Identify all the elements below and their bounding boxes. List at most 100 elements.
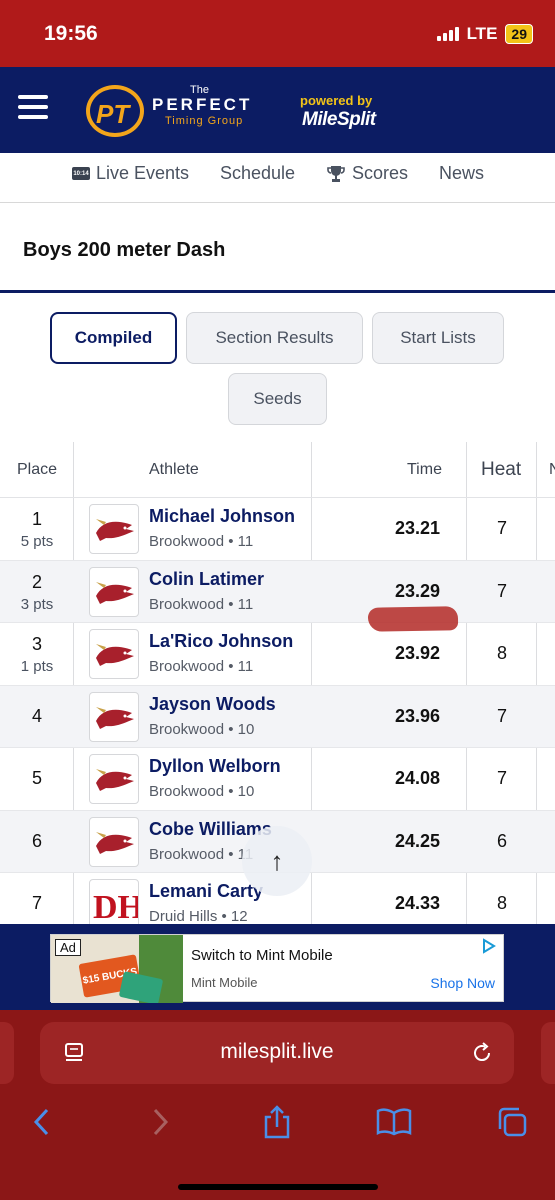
pt-logo-icon: PT	[86, 85, 144, 137]
row-points: 3 pts	[20, 595, 54, 613]
live-clock-icon: 10:14	[72, 167, 90, 180]
row-time: 24.33	[394, 893, 441, 913]
row-time: 23.92	[394, 643, 441, 663]
ad-badge: Ad	[55, 939, 81, 956]
header-next[interactable]: N	[549, 461, 555, 479]
powered-by-label: powered by	[300, 93, 373, 108]
tab-section-results[interactable]: Section Results	[186, 312, 363, 364]
next-tab-peek[interactable]	[541, 1022, 555, 1084]
back-button[interactable]	[22, 1102, 62, 1142]
tabs-icon	[498, 1107, 527, 1137]
ad-image: $15 BUCKS Ad	[51, 935, 183, 1003]
chevron-left-icon	[33, 1108, 49, 1136]
athlete-school: Brookwood • 11	[149, 845, 254, 863]
athlete-name-link[interactable]: Michael Johnson	[149, 506, 295, 527]
bookmarks-button[interactable]	[374, 1102, 414, 1142]
header-heat[interactable]: Heat	[481, 459, 521, 481]
athlete-school: Druid Hills • 12	[149, 908, 248, 924]
row-points: 1 pts	[20, 658, 54, 675]
browser-toolbar: milesplit.live	[0, 1010, 555, 1200]
row-heat: 8	[496, 893, 507, 913]
milesplit-logo[interactable]: MileSplit	[302, 109, 376, 131]
nav-label: Schedule	[220, 163, 296, 183]
row-heat: 7	[496, 580, 507, 601]
status-bar: 19:56 LTE 29	[0, 0, 555, 67]
tab-compiled[interactable]: Compiled	[50, 312, 177, 364]
table-row[interactable]: 2 3 pts Colin Latimer Brookwood • 11 23.…	[0, 560, 555, 623]
main-nav: 10:14 Live Events Schedule Scores News	[0, 153, 555, 203]
event-title: Boys 200 meter Dash	[23, 239, 226, 261]
table-row[interactable]: 3 1 pts La'Rico Johnson Brookwood • 11 2…	[0, 623, 555, 686]
row-place: 6	[31, 830, 42, 851]
brookwood-logo	[89, 754, 139, 804]
row-heat: 8	[496, 643, 507, 663]
row-place: 5	[31, 768, 42, 788]
table-row[interactable]: 4 Jayson Woods Brookwood • 10 23.96 7	[0, 685, 555, 748]
svg-text:PT: PT	[96, 99, 131, 129]
ad-advertiser: Mint Mobile	[191, 975, 258, 990]
ad-headline: Switch to Mint Mobile	[191, 947, 333, 964]
forward-button[interactable]	[140, 1102, 180, 1142]
url-text: milesplit.live	[220, 1040, 334, 1063]
row-time: 24.08	[394, 768, 441, 788]
row-time: 23.29	[394, 580, 441, 601]
nav-label: Live Events	[96, 163, 190, 183]
ad-shop-now-link[interactable]: Shop Now	[430, 975, 495, 991]
row-heat: 6	[496, 830, 507, 851]
nav-news[interactable]: News	[439, 163, 484, 184]
nav-live-events[interactable]: 10:14 Live Events	[72, 163, 189, 184]
arrow-up-icon: ↑	[270, 845, 284, 876]
row-place: 1	[31, 509, 42, 529]
svg-text:DH: DH	[93, 889, 139, 924]
row-points: 5 pts	[20, 533, 54, 550]
header-time[interactable]: Time	[407, 461, 442, 479]
brookwood-logo	[89, 566, 139, 617]
ad-choices-icon[interactable]	[481, 938, 497, 954]
row-heat: 7	[496, 518, 507, 538]
address-bar[interactable]: milesplit.live	[40, 1022, 514, 1084]
row-time: 23.21	[394, 518, 441, 538]
table-row[interactable]: 5 Dyllon Welborn Brookwood • 10 24.08 7	[0, 748, 555, 811]
row-place: 3	[31, 634, 42, 654]
table-row[interactable]: 1 5 pts Michael Johnson Brookwood • 11 2…	[0, 498, 555, 561]
battery-icon: 29	[505, 24, 533, 44]
nav-label: News	[439, 163, 485, 183]
row-time: 23.96	[394, 705, 441, 726]
logo-perfect: PERFECT	[152, 95, 253, 114]
tab-start-lists[interactable]: Start Lists	[372, 312, 504, 364]
athlete-school: Brookwood • 11	[149, 658, 254, 675]
menu-icon[interactable]	[18, 95, 48, 119]
row-place: 7	[31, 893, 42, 913]
share-icon	[264, 1105, 290, 1139]
athlete-name-link[interactable]: Colin Latimer	[149, 569, 264, 590]
status-time: 19:56	[44, 22, 98, 45]
header-athlete[interactable]: Athlete	[149, 461, 199, 479]
row-heat: 7	[496, 705, 507, 726]
scroll-to-top-button[interactable]: ↑	[242, 826, 312, 896]
ad-banner[interactable]: $15 BUCKS Ad Switch to Mint Mobile Mint …	[50, 934, 504, 1003]
header-place[interactable]: Place	[17, 461, 57, 479]
athlete-name-link[interactable]: Lemani Carty	[149, 881, 263, 902]
reload-icon[interactable]	[470, 1041, 494, 1065]
site-header: PT The PERFECT Timing Group powered by M…	[0, 67, 555, 153]
share-button[interactable]	[257, 1102, 297, 1142]
tab-seeds[interactable]: Seeds	[228, 373, 327, 425]
athlete-name-link[interactable]: Jayson Woods	[149, 694, 276, 715]
athlete-name-link[interactable]: Dyllon Welborn	[149, 756, 281, 777]
ad-banner-strip: $15 BUCKS Ad Switch to Mint Mobile Mint …	[0, 924, 555, 1010]
tabs-button[interactable]	[492, 1102, 532, 1142]
nav-schedule[interactable]: Schedule	[220, 163, 295, 184]
athlete-school: Brookwood • 11	[149, 533, 254, 550]
row-time: 24.25	[394, 830, 441, 851]
previous-tab-peek[interactable]	[0, 1022, 14, 1084]
nav-label: Scores	[352, 163, 409, 183]
brookwood-logo	[89, 629, 139, 679]
athlete-name-link[interactable]: La'Rico Johnson	[149, 631, 293, 652]
logo-timing-group: Timing Group	[165, 115, 244, 127]
table-header: Place Athlete Time Heat N	[0, 442, 555, 498]
nav-scores[interactable]: Scores	[326, 163, 408, 184]
row-place: 2	[31, 571, 42, 592]
brookwood-logo	[89, 691, 139, 742]
row-place: 4	[31, 705, 42, 726]
red-markup-highlight	[367, 606, 459, 632]
